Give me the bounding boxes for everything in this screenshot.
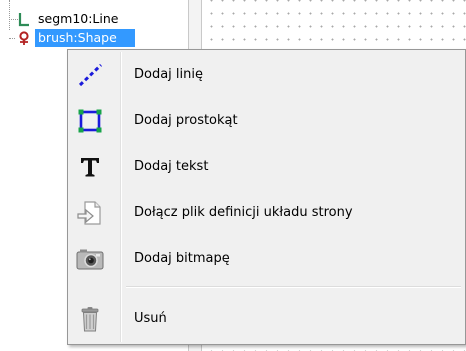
attach-file-icon (74, 197, 106, 229)
tree-item-label: brush:Shape (35, 29, 135, 47)
menu-item-add-bitmap[interactable]: Dodaj bitmapę (70, 236, 463, 282)
menu-item-attach-layout[interactable]: Dołącz plik definicji układu strony (70, 190, 463, 236)
shape-icon (12, 29, 32, 47)
dashed-line-icon (74, 59, 106, 91)
menu-item-delete[interactable]: Usuń (70, 296, 463, 342)
menu-item-add-text[interactable]: Dodaj tekst (70, 144, 463, 190)
trash-icon (74, 303, 106, 335)
menu-item-label: Dodaj linię (134, 67, 203, 82)
tree-connector (9, 0, 10, 30)
menu-item-label: Dodaj prostokąt (134, 113, 238, 128)
menu-item-label: Dodaj bitmapę (134, 251, 230, 266)
text-icon (74, 151, 106, 183)
camera-icon (74, 243, 106, 275)
rectangle-icon (74, 105, 106, 137)
menu-item-label: Dodaj tekst (134, 159, 209, 174)
menu-item-add-line[interactable]: Dodaj linię (70, 52, 463, 98)
menu-item-label: Dołącz plik definicji układu strony (134, 205, 353, 220)
menu-item-add-rectangle[interactable]: Dodaj prostokąt (70, 98, 463, 144)
menu-item-label: Usuń (134, 311, 167, 326)
line-icon (12, 10, 32, 28)
menu-separator (126, 286, 461, 288)
context-menu: Dodaj linię Dodaj prostokąt Dodaj tekst (67, 49, 466, 345)
tree-item-label: segm10:Line (38, 11, 119, 26)
